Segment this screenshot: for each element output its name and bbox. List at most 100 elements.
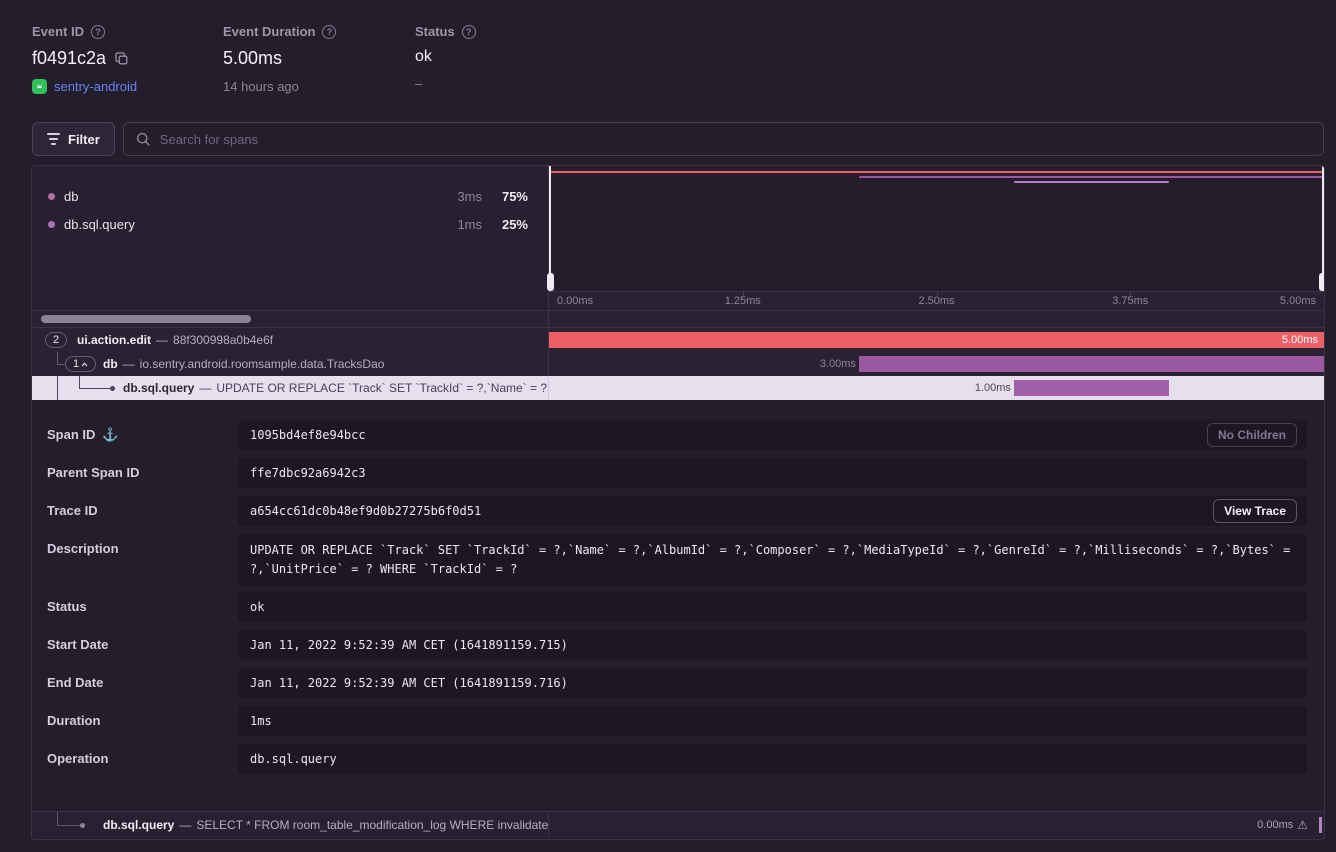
op-percentage: 75% — [482, 189, 528, 204]
minimap-left-handle[interactable] — [549, 166, 551, 291]
filter-button[interactable]: Filter — [32, 122, 115, 156]
detail-row-operation: Operation db.sql.query — [47, 744, 1307, 774]
detail-label: Trace ID — [47, 496, 98, 526]
separator: — — [199, 381, 211, 395]
span-row-db[interactable]: 1 db — io.sentry.android.roomsample.data… — [32, 352, 1324, 376]
op-name: db.sql.query — [64, 217, 438, 232]
detail-value: db.sql.query — [238, 744, 1307, 774]
status-sub: – — [415, 76, 422, 91]
help-icon[interactable]: ? — [462, 25, 476, 39]
op-breakdown-row-db-sql-query[interactable]: db.sql.query 1ms 25% — [48, 210, 528, 238]
minimap-canvas[interactable] — [549, 166, 1324, 291]
detail-label: Description — [47, 534, 119, 564]
span-row-ui-action-edit[interactable]: 2 ui.action.edit — 88f300998a0b4e6f 5.00… — [32, 328, 1324, 352]
minimap-span-line — [859, 176, 1324, 178]
event-duration-block: Event Duration ? 5.00ms 14 hours ago — [223, 24, 336, 94]
detail-value: UPDATE OR REPLACE `Track` SET `TrackId` … — [238, 534, 1307, 586]
span-duration-bar — [1014, 380, 1169, 396]
separator: — — [179, 818, 191, 832]
event-id-label-row: Event ID ? — [32, 24, 137, 39]
status-label: Status — [415, 24, 455, 39]
trace-view-panel: db 3ms 75% db.sql.query 1ms 25% 0.00 — [31, 165, 1325, 840]
detail-value: 1ms — [238, 706, 1307, 736]
op-breakdown: db 3ms 75% db.sql.query 1ms 25% — [32, 166, 549, 310]
tree-node-dot — [110, 386, 115, 391]
span-op: db.sql.query — [103, 818, 174, 832]
span-description: 88f300998a0b4e6f — [173, 333, 273, 347]
detail-value: ffe7dbc92a6942c3 — [238, 458, 1307, 488]
tree-node-dot — [80, 823, 85, 828]
android-icon — [32, 79, 47, 94]
detail-row-span-id: Span ID ⚓ 1095bd4ef8e94bcc No Children — [47, 420, 1307, 450]
help-icon[interactable]: ? — [322, 25, 336, 39]
event-age: 14 hours ago — [223, 79, 299, 94]
detail-label: Span ID — [47, 420, 95, 450]
event-id-block: Event ID ? f0491c2a s — [32, 24, 137, 94]
tree-scrollbar-row — [32, 310, 1324, 328]
time-axis: 0.00ms 1.25ms 2.50ms 3.75ms 5.00ms — [549, 291, 1324, 310]
children-count-pill[interactable]: 2 — [45, 332, 67, 348]
horizontal-scrollbar[interactable] — [41, 315, 251, 323]
trace-minimap: 0.00ms 1.25ms 2.50ms 3.75ms 5.00ms — [549, 166, 1324, 310]
detail-row-start-date: Start Date Jan 11, 2022 9:52:39 AM CET (… — [47, 630, 1307, 660]
filter-icon — [47, 133, 60, 145]
status-value: ok — [415, 48, 432, 66]
event-header: Event ID ? f0491c2a s — [0, 0, 1336, 115]
span-duration-label: 1.00ms — [975, 376, 1011, 400]
op-breakdown-row-db[interactable]: db 3ms 75% — [48, 182, 528, 210]
detail-value: a654cc61dc0b48ef9d0b27275b6f0d51 — [238, 496, 1307, 526]
chevron-up-icon — [81, 362, 88, 367]
op-color-dot — [48, 221, 55, 228]
detail-row-description: Description UPDATE OR REPLACE `Track` SE… — [47, 534, 1307, 586]
span-tree: 2 ui.action.edit — 88f300998a0b4e6f 5.00… — [32, 328, 1324, 400]
detail-value: Jan 11, 2022 9:52:39 AM CET (1641891159.… — [238, 668, 1307, 698]
detail-label: Duration — [47, 706, 100, 736]
status-block: Status ? ok – — [415, 24, 476, 91]
search-input[interactable] — [160, 132, 1311, 147]
span-details-panel: Span ID ⚓ 1095bd4ef8e94bcc No Children P… — [32, 400, 1324, 811]
axis-tick-label: 5.00ms — [1280, 295, 1316, 307]
event-duration-label: Event Duration — [223, 24, 315, 39]
span-op: ui.action.edit — [77, 333, 151, 347]
trace-overview: db 3ms 75% db.sql.query 1ms 25% 0.00 — [32, 166, 1324, 310]
span-op: db.sql.query — [123, 381, 194, 395]
span-search[interactable] — [123, 122, 1324, 156]
help-icon[interactable]: ? — [91, 25, 105, 39]
op-percentage: 25% — [482, 217, 528, 232]
event-duration-value: 5.00ms — [223, 48, 282, 69]
view-trace-button[interactable]: View Trace — [1213, 499, 1297, 523]
copy-icon[interactable] — [114, 51, 129, 66]
anchor-icon[interactable]: ⚓ — [102, 420, 118, 450]
detail-label: Operation — [47, 744, 108, 774]
separator: — — [156, 333, 168, 347]
axis-tick-label: 0.00ms — [557, 295, 593, 307]
search-icon — [136, 132, 151, 147]
span-duration-tick — [1319, 817, 1322, 833]
detail-label: Status — [47, 592, 87, 622]
detail-row-end-date: End Date Jan 11, 2022 9:52:39 AM CET (16… — [47, 668, 1307, 698]
span-duration-label: 0.00ms — [1257, 812, 1293, 839]
minimap-span-line — [1014, 181, 1169, 183]
detail-label: Start Date — [47, 630, 108, 660]
minimap-right-handle[interactable] — [1322, 166, 1324, 291]
project-link[interactable]: sentry-android — [54, 79, 137, 94]
event-id-value: f0491c2a — [32, 48, 106, 69]
separator: — — [123, 357, 135, 371]
detail-row-trace-id: Trace ID a654cc61dc0b48ef9d0b27275b6f0d5… — [47, 496, 1307, 526]
span-duration-label: 3.00ms — [820, 352, 856, 376]
event-id-label: Event ID — [32, 24, 84, 39]
span-duration-bar — [859, 356, 1324, 372]
span-row-db-sql-query-selected[interactable]: db.sql.query — UPDATE OR REPLACE `Track`… — [32, 376, 1324, 400]
detail-label: End Date — [47, 668, 103, 698]
op-duration: 3ms — [438, 189, 482, 204]
span-description: io.sentry.android.roomsample.data.Tracks… — [140, 357, 385, 371]
span-description: UPDATE OR REPLACE `Track` SET `TrackId` … — [216, 381, 548, 395]
span-duration-bar — [549, 332, 1324, 348]
span-row-db-sql-query-select[interactable]: db.sql.query — SELECT * FROM room_table_… — [32, 811, 1324, 838]
no-children-button[interactable]: No Children — [1207, 423, 1297, 447]
warning-icon: ⚠ — [1297, 812, 1308, 839]
op-duration: 1ms — [438, 217, 482, 232]
span-duration-label: 5.00ms — [1282, 328, 1318, 352]
filter-button-label: Filter — [68, 132, 100, 147]
children-count-pill[interactable]: 1 — [65, 356, 96, 372]
